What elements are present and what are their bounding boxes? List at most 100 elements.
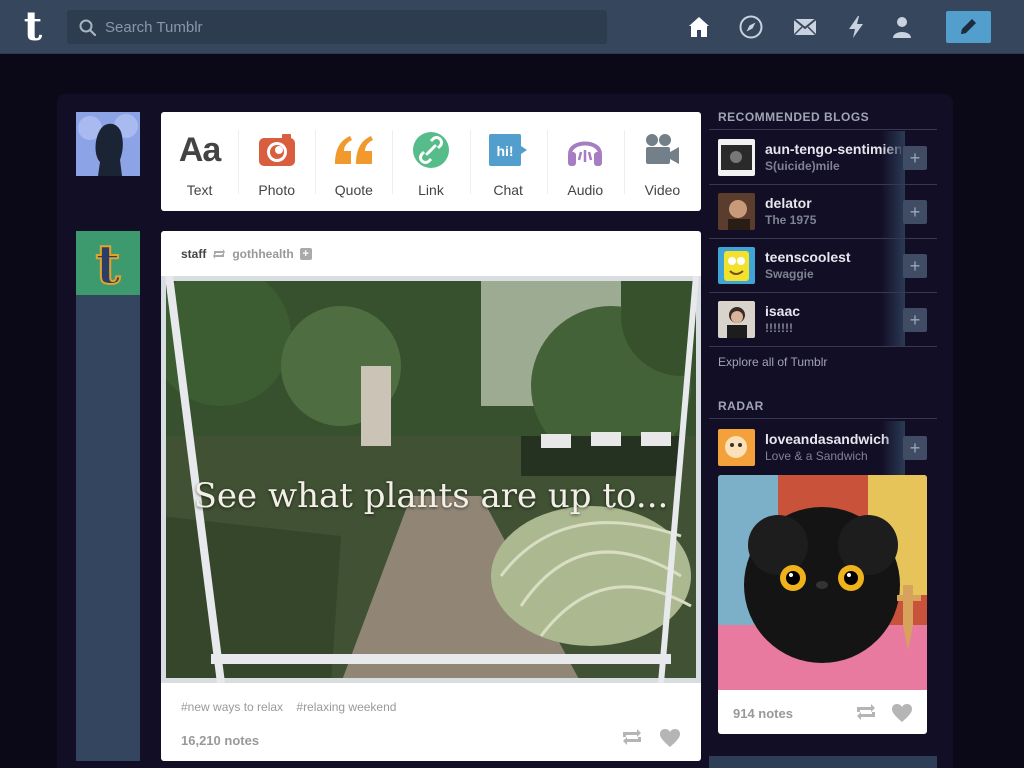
- fade-overlay: [881, 239, 905, 293]
- recommended-blog-row[interactable]: delator The 1975 +: [709, 185, 937, 239]
- post-avatar-rail: [76, 295, 140, 761]
- post-type-label: Chat: [493, 182, 523, 198]
- blog-avatar[interactable]: [718, 247, 755, 284]
- blog-avatar[interactable]: [718, 139, 755, 176]
- blog-avatar-image: [718, 301, 755, 338]
- follow-plus-icon[interactable]: +: [299, 248, 312, 260]
- post-type-photo[interactable]: Photo: [238, 112, 315, 211]
- svg-text:hi!: hi!: [497, 143, 514, 159]
- radar-heading: RADAR: [718, 399, 764, 413]
- blog-title: Swaggie: [765, 267, 814, 281]
- post-type-chat[interactable]: hi! Chat: [469, 112, 547, 211]
- follow-button[interactable]: +: [903, 146, 927, 170]
- radar-blog-row[interactable]: loveandasandwich Love & a Sandwich +: [709, 421, 937, 475]
- fade-overlay: [881, 185, 905, 239]
- account-icon[interactable]: [889, 14, 915, 40]
- post-type-link[interactable]: Link: [392, 112, 469, 211]
- post-type-label: Photo: [258, 182, 295, 198]
- explore-link[interactable]: Explore all of Tumblr: [718, 355, 827, 369]
- post-type-bar: Aa Text Photo Quote Link hi! Chat Audio …: [161, 112, 701, 211]
- reblog-icon: [213, 249, 226, 259]
- follow-button[interactable]: +: [903, 200, 927, 224]
- dashboard-post: staff gothhealth + See what plants are u…: [161, 231, 701, 761]
- search-icon: [79, 19, 96, 36]
- radar-notes-count[interactable]: 914 notes: [733, 706, 793, 721]
- blog-title: The 1975: [765, 213, 817, 227]
- compose-button[interactable]: [946, 11, 991, 43]
- search-input[interactable]: [105, 10, 595, 44]
- blog-avatar-image: [718, 247, 755, 284]
- blog-avatar[interactable]: [718, 301, 755, 338]
- like-heart-icon[interactable]: [659, 728, 681, 748]
- headphones-icon: [568, 141, 603, 166]
- user-avatar[interactable]: [76, 112, 140, 176]
- photo-overlay-caption: See what plants are up to...: [193, 476, 669, 516]
- blog-avatar[interactable]: [718, 429, 755, 466]
- blog-avatar-image: [718, 193, 755, 230]
- reblog-icon[interactable]: [621, 728, 643, 746]
- post-type-label: Audio: [567, 182, 604, 198]
- post-author-link[interactable]: staff: [181, 247, 206, 261]
- blog-title: Love & a Sandwich: [765, 449, 868, 463]
- radar-post-card: 914 notes: [718, 475, 927, 734]
- reblogged-from-link[interactable]: gothhealth: [232, 247, 293, 261]
- blog-avatar-image: [718, 139, 755, 176]
- activity-icon[interactable]: [843, 14, 869, 40]
- recommended-blog-row[interactable]: isaac !!!!!!! +: [709, 293, 937, 347]
- follow-button[interactable]: +: [903, 254, 927, 278]
- post-type-label: Video: [644, 182, 681, 198]
- recommended-blog-row[interactable]: aun-tengo-sentimientos S(uicide)mile +: [709, 131, 937, 185]
- follow-button[interactable]: +: [903, 436, 927, 460]
- post-type-label: Quote: [334, 182, 373, 198]
- top-navigation-bar: t: [0, 0, 1024, 54]
- post-tags: #new ways to relax #relaxing weekend: [181, 700, 406, 714]
- fade-overlay: [881, 293, 905, 347]
- video-camera-icon: [646, 134, 680, 164]
- home-icon[interactable]: [686, 14, 712, 40]
- fade-overlay: [881, 421, 905, 475]
- blog-avatar[interactable]: [718, 193, 755, 230]
- post-tag[interactable]: #relaxing weekend: [296, 700, 396, 714]
- post-header: staff gothhealth +: [181, 247, 312, 261]
- post-type-audio[interactable]: Audio: [546, 112, 624, 211]
- post-author-avatar[interactable]: t: [76, 231, 140, 297]
- divider: [709, 418, 937, 419]
- post-type-quote[interactable]: Quote: [315, 112, 392, 211]
- fade-overlay: [881, 131, 905, 185]
- explore-icon[interactable]: [738, 14, 764, 40]
- blog-title: S(uicide)mile: [765, 159, 840, 173]
- text-icon: Aa: [178, 131, 221, 169]
- blog-title: !!!!!!!: [765, 321, 793, 335]
- black-fluffy-creature-photo: [718, 475, 927, 690]
- camera-icon: [258, 134, 295, 166]
- follow-button[interactable]: +: [903, 308, 927, 332]
- pencil-icon: [961, 19, 976, 34]
- inbox-icon[interactable]: [792, 14, 818, 40]
- post-type-video[interactable]: Video: [623, 112, 701, 211]
- search-box[interactable]: [67, 10, 607, 44]
- post-type-text[interactable]: Aa Text: [161, 112, 238, 211]
- sidebar-bottom-strip: [709, 756, 937, 768]
- tumblr-staff-logo-icon: t: [76, 231, 140, 297]
- post-actions: [621, 728, 681, 748]
- chat-icon: hi!: [489, 134, 528, 166]
- post-tag[interactable]: #new ways to relax: [181, 700, 283, 714]
- blog-avatar-image: [718, 429, 755, 466]
- post-photo[interactable]: See what plants are up to...: [161, 276, 701, 683]
- post-type-label: Link: [418, 182, 444, 198]
- recommended-blogs-heading: RECOMMENDED BLOGS: [718, 110, 870, 124]
- quote-icon: [334, 136, 373, 164]
- radar-post-actions: [855, 703, 913, 723]
- radar-post-photo[interactable]: [718, 475, 927, 690]
- link-icon: [412, 132, 449, 168]
- svg-text:t: t: [96, 232, 121, 295]
- like-heart-icon[interactable]: [891, 703, 913, 723]
- post-notes-count[interactable]: 16,210 notes: [181, 733, 259, 748]
- avatar-silhouette-icon: [76, 112, 140, 176]
- divider: [709, 129, 937, 130]
- tumblr-logo[interactable]: t: [17, 7, 49, 47]
- recommended-blog-row[interactable]: teenscoolest Swaggie +: [709, 239, 937, 293]
- post-type-label: Text: [186, 182, 213, 198]
- divider: [709, 346, 937, 347]
- reblog-icon[interactable]: [855, 703, 877, 721]
